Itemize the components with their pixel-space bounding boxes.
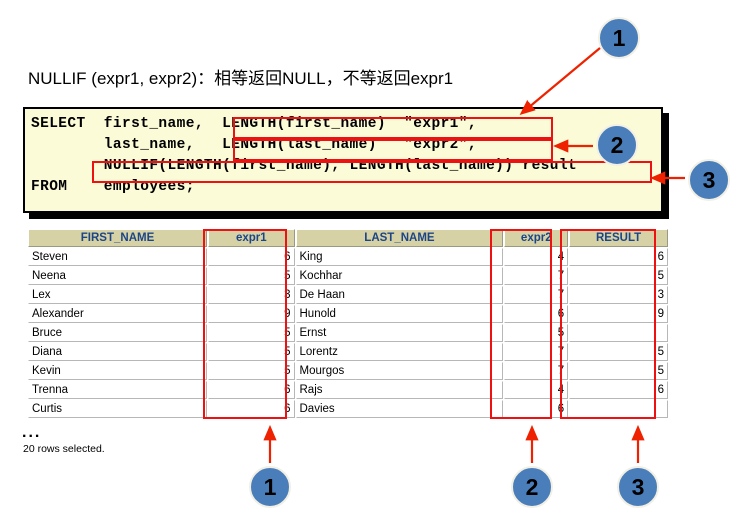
cell-first-name: Steven [28,248,208,266]
cell-first-name: Alexander [28,305,208,323]
cell-last-name: King [295,248,504,266]
cell-first-name: Neena [28,267,208,285]
page-title-text: NULLIF (expr1, expr2)：相等返回NULL，不等返回expr1 [28,69,454,88]
cell-last-name: De Haan [295,286,504,304]
page-title: NULLIF (expr1, expr2)：相等返回NULL，不等返回expr1 [28,64,453,89]
code-highlight-expr1 [233,117,553,139]
grid-highlight-expr2-column [490,229,552,419]
cell-last-name: Mourgos [295,362,504,380]
row-count-label: 20 rows selected. [23,443,105,455]
callout-badge-bottom-1[interactable]: 1 [249,466,291,508]
callout-badge-top-1[interactable]: 1 [598,17,640,59]
cell-first-name: Curtis [28,400,208,418]
cell-last-name: Rajs [295,381,504,399]
callout-badge-top-2[interactable]: 2 [596,124,638,166]
cell-last-name: Davies [295,400,504,418]
cell-last-name: Lorentz [295,343,504,361]
cell-last-name: Ernst [295,324,504,342]
column-header-first-name[interactable]: FIRST_NAME [28,229,208,247]
cell-last-name: Hunold [295,305,504,323]
code-highlight-result [92,161,652,183]
callout-badge-top-3[interactable]: 3 [688,159,730,201]
slide-canvas: NULLIF (expr1, expr2)：相等返回NULL，不等返回expr1… [0,0,738,511]
callout-badge-bottom-2[interactable]: 2 [511,466,553,508]
cell-first-name: Kevin [28,362,208,380]
grid-highlight-expr1-column [203,229,287,419]
cell-first-name: Bruce [28,324,208,342]
callout-badge-bottom-3[interactable]: 3 [617,466,659,508]
grid-ellipsis: ... [22,424,42,441]
column-header-last-name[interactable]: LAST_NAME [295,229,504,247]
cell-first-name: Lex [28,286,208,304]
grid-highlight-result-column [560,229,656,419]
cell-first-name: Diana [28,343,208,361]
cell-first-name: Trenna [28,381,208,399]
arrow-top-1 [519,47,601,115]
cell-last-name: Kochhar [295,267,504,285]
code-highlight-expr2 [233,139,553,161]
